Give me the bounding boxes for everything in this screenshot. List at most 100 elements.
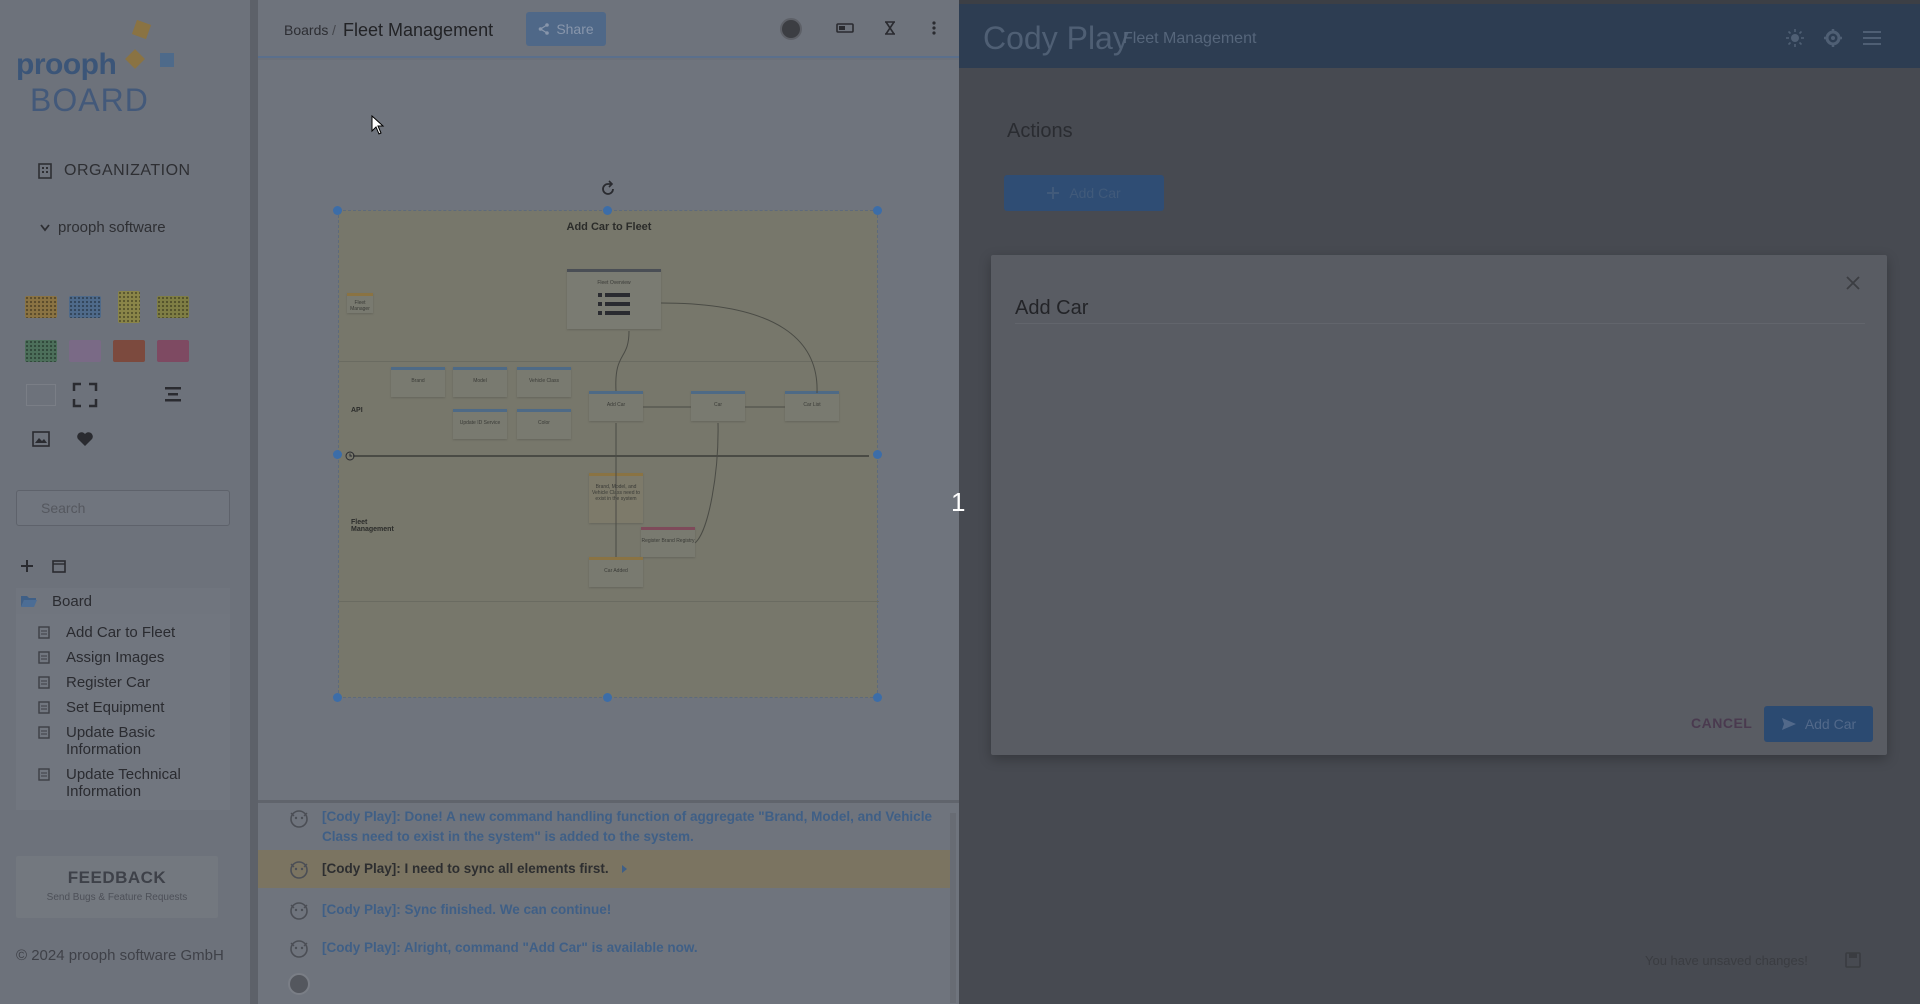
user-avatar[interactable] (780, 18, 802, 40)
chat-scrollbar[interactable] (950, 813, 956, 1003)
resize-handle[interactable] (333, 693, 342, 702)
align-center-icon[interactable] (156, 378, 190, 412)
cody-bot-icon (290, 940, 308, 958)
hourglass-icon[interactable] (884, 21, 896, 35)
actions-heading: Actions (1007, 120, 1073, 142)
send-icon (1781, 718, 1796, 730)
unsaved-changes-text: You have unsaved changes! (1645, 953, 1808, 968)
resize-handle[interactable] (873, 450, 882, 459)
tree-toolbar (20, 559, 66, 573)
menu-icon[interactable] (1863, 31, 1881, 45)
cody-bot-icon (290, 902, 308, 920)
tree-items: Add Car to Fleet Assign Images Register … (16, 614, 230, 810)
chevron-down-icon (40, 223, 50, 231)
resize-handle[interactable] (333, 450, 342, 459)
breadcrumb-boards[interactable]: Boards (284, 22, 328, 38)
tree-item-label: Update Technical Information (66, 766, 181, 800)
document-icon (38, 768, 50, 781)
tree-item-assign-images[interactable]: Assign Images (16, 645, 230, 670)
chat-user-row (258, 973, 950, 995)
logo[interactable]: prooph BOARD (16, 16, 186, 118)
tree-root-label: Board (52, 592, 93, 610)
tree-item-label: Add Car to Fleet (66, 624, 176, 641)
frame-icon[interactable] (68, 378, 102, 412)
cody-play-panel: Cody Play Fleet Management Actions Add C… (959, 0, 1920, 1004)
palette-ui-sticky[interactable] (68, 334, 102, 368)
resize-handle[interactable] (333, 206, 342, 215)
image-icon[interactable] (24, 422, 58, 456)
building-icon (38, 163, 52, 179)
tree-item-label: Register Car (66, 674, 151, 691)
feedback-button[interactable]: FEEDBACK Send Bugs & Feature Requests (16, 856, 218, 918)
rotate-icon[interactable] (599, 180, 617, 198)
add-car-action-label: Add Car (1069, 185, 1121, 201)
palette-policy-sticky[interactable] (24, 334, 58, 368)
play-subtitle: Fleet Management (1123, 30, 1257, 47)
gear-icon[interactable] (1823, 28, 1843, 48)
search-input[interactable] (41, 500, 222, 516)
share-label: Share (556, 21, 594, 37)
tree-item-add-car-to-fleet[interactable]: Add Car to Fleet (16, 620, 230, 645)
search-box (16, 490, 230, 526)
logo-shape-mid (125, 49, 145, 69)
chat-message-text: [Cody Play]: I need to sync all elements… (322, 861, 609, 876)
tree-root-board[interactable]: Board (16, 588, 230, 614)
nav-org-prooph[interactable]: prooph software (40, 219, 166, 236)
add-car-dialog: Add Car CANCEL Add Car (991, 255, 1887, 755)
user-avatar (288, 973, 310, 995)
cody-bot-icon (290, 810, 308, 828)
add-car-action-button[interactable]: Add Car (1004, 175, 1164, 211)
board-title: Fleet Management (343, 20, 494, 40)
sun-icon[interactable] (1785, 28, 1805, 48)
logo-text-board: BOARD (30, 82, 149, 118)
chat-message-text: [Cody Play]: Alright, command "Add Car" … (322, 940, 698, 955)
resize-handle[interactable] (603, 206, 612, 215)
palette-event-sticky[interactable] (24, 290, 58, 324)
save-icon[interactable] (1845, 952, 1861, 968)
tree-item-register-car[interactable]: Register Car (16, 670, 230, 695)
resize-handle[interactable] (603, 693, 612, 702)
more-vertical-icon[interactable] (932, 21, 936, 35)
nav-organization[interactable]: ORGANIZATION (38, 162, 191, 180)
palette-document-sticky[interactable] (156, 290, 190, 324)
sidebar-resize-handle[interactable] (250, 0, 258, 1004)
submit-add-car-button[interactable]: Add Car (1764, 706, 1873, 742)
frame-add-car-to-fleet[interactable]: Add Car to Fleet API Fleet Management Fl… (338, 210, 879, 698)
chat-message-highlight[interactable]: [Cody Play]: I need to sync all elements… (258, 850, 950, 888)
document-icon (38, 701, 50, 714)
logo-shape-right (160, 53, 174, 67)
palette-aggregate-sticky[interactable] (112, 290, 146, 324)
chat-message-text: [Cody Play]: Sync finished. We can conti… (322, 902, 612, 917)
collapse-all-icon[interactable] (52, 559, 66, 573)
board-canvas[interactable]: Add Car to Fleet API Fleet Management Fl… (258, 60, 959, 800)
add-icon[interactable] (20, 559, 34, 573)
palette-command-sticky[interactable] (68, 290, 102, 324)
resize-handle[interactable] (873, 206, 882, 215)
feedback-title: FEEDBACK (67, 868, 167, 887)
board-header: Boards / Fleet Management Share (258, 0, 959, 58)
tree-item-update-basic-information[interactable]: Update Basic Information (16, 720, 230, 762)
dialog-title: Add Car (1015, 297, 1089, 319)
palette-role-sticky[interactable] (24, 378, 58, 412)
tree-item-label: Update Basic Information (66, 724, 156, 758)
tree-item-set-equipment[interactable]: Set Equipment (16, 695, 230, 720)
palette-external-sticky[interactable] (156, 334, 190, 368)
tree-item-update-technical-information[interactable]: Update Technical Information (16, 762, 230, 804)
copyright: © 2024 prooph software GmbH (16, 947, 224, 964)
palette-hotspot-sticky[interactable] (112, 334, 146, 368)
caret-right-icon[interactable] (621, 864, 629, 874)
mouse-cursor-icon (371, 115, 385, 135)
logo-text-prooph: prooph (16, 48, 117, 81)
toggle-icon[interactable] (836, 22, 854, 34)
share-button[interactable]: Share (526, 12, 606, 46)
cancel-button[interactable]: CANCEL (1691, 715, 1752, 731)
sidebar: prooph BOARD ORGANIZATION prooph softwar… (0, 0, 250, 1004)
resize-handle[interactable] (873, 693, 882, 702)
tree-item-label: Set Equipment (66, 699, 165, 716)
board-tree: Board Add Car to Fleet Assign Images Reg… (16, 588, 230, 810)
submit-label: Add Car (1804, 716, 1857, 732)
heart-icon[interactable] (68, 422, 102, 456)
feedback-subtitle: Send Bugs & Feature Requests (46, 892, 188, 903)
play-app-bar: Cody Play Fleet Management (959, 4, 1920, 68)
close-icon[interactable] (1845, 271, 1861, 297)
